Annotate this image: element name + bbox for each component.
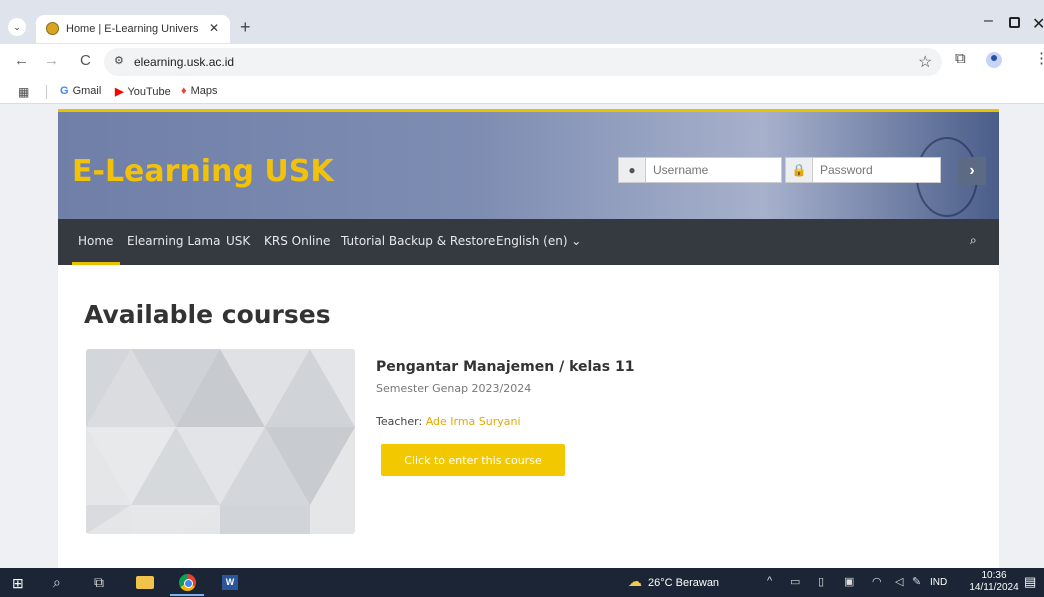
reload-icon[interactable]: C [80,52,91,69]
new-tab-button[interactable]: + [240,17,251,38]
browser-tab-strip: ⌄ Home | E-Learning Universitas S ✕ + – … [0,0,1044,44]
site-brand[interactable]: E-Learning USK [72,154,334,189]
notification-icon[interactable]: ▤ [1024,574,1036,590]
bookmarks-divider [46,85,47,99]
weather-text[interactable]: 26°C Berawan [648,577,719,589]
volume-icon[interactable]: ◁ [895,575,903,588]
taskbar-search-icon[interactable]: ⌕ [53,574,61,591]
site-favicon-icon [46,22,59,35]
page-title: Available courses [84,300,331,329]
tray-expand-icon[interactable]: ^ [767,575,772,587]
password-field[interactable]: 🔒 [785,157,941,183]
course-pattern-image [86,349,355,534]
username-field[interactable]: ● [618,157,782,183]
apps-grid-icon[interactable]: ▦ [18,85,29,99]
bookmark-maps[interactable]: ♦ Maps [181,85,218,97]
browser-toolbar: ← → C ⚙ elearning.usk.ac.id ☆ [0,44,1044,80]
nav-item-usk[interactable]: USK [226,234,250,248]
username-input[interactable] [653,163,763,177]
tab-title: Home | E-Learning Universitas S [66,23,198,35]
minimize-icon[interactable]: – [984,12,993,30]
site-header: E-Learning USK ● 🔒 › [58,112,999,219]
lock-icon: 🔒 [786,158,813,182]
course-teacher: Teacher: Ade Irma Suryani [376,415,521,428]
teacher-link[interactable]: Ade Irma Suryani [426,415,521,428]
nav-item-language[interactable]: English (en) ⌄ [496,234,581,248]
search-icon[interactable]: ⌕ [970,233,977,248]
chrome-icon[interactable] [179,574,196,591]
password-input[interactable] [820,163,930,177]
main-content: Available courses Pengantar Manajemen / … [58,265,999,568]
bookmark-youtube[interactable]: ▶ YouTube [115,85,171,98]
clock-date: 14/11/2024 [969,582,1019,593]
clock[interactable]: 10:36 14/11/2024 [966,570,1022,594]
pen-icon[interactable]: ✎ [912,575,921,588]
forward-arrow-icon[interactable]: → [44,52,59,69]
bookmark-label: Gmail [72,85,102,97]
active-app-indicator [170,594,204,596]
bookmarks-bar: ▦ G Gmail ▶ YouTube ♦ Maps [0,80,1044,104]
tray-usb-icon[interactable]: ▯ [818,575,824,588]
tray-device-icon[interactable]: ▭ [790,575,800,588]
tray-app-icon[interactable]: ▣ [844,575,854,588]
profile-avatar-icon[interactable] [986,52,1002,68]
maps-pin-icon: ♦ [181,85,187,97]
page-viewport: E-Learning USK ● 🔒 › Home Elearning Lama… [0,105,1044,568]
restore-icon[interactable] [1009,17,1020,28]
google-icon: G [60,85,69,97]
tab-search-icon[interactable]: ⌄ [8,18,26,36]
course-semester: Semester Genap 2023/2024 [376,382,532,395]
youtube-icon: ▶ [115,86,124,98]
nav-item-elearning-lama[interactable]: Elearning Lama [127,234,220,248]
url-text[interactable]: elearning.usk.ac.id [134,55,234,69]
nav-item-tutorial-backup[interactable]: Tutorial Backup & Restore [341,234,495,248]
bookmark-label: YouTube [127,86,171,98]
course-image[interactable] [86,349,355,534]
teacher-label: Teacher: [376,415,426,428]
browser-tab[interactable]: Home | E-Learning Universitas S ✕ [36,15,230,43]
bookmark-gmail[interactable]: G Gmail [60,85,101,97]
extensions-icon[interactable]: ⧉ [955,50,966,67]
file-explorer-icon[interactable] [136,576,154,589]
tab-close-icon[interactable]: ✕ [209,21,219,35]
nav-item-home[interactable]: Home [78,234,113,248]
task-view-icon[interactable]: ⧉ [94,574,104,591]
windows-taskbar: ⊞ ⌕ ⧉ W ☁ 26°C Berawan ^ ▭ ▯ ▣ ◠ ◁ ✎ IND… [0,568,1044,597]
back-arrow-icon[interactable]: ← [14,52,29,69]
bookmark-label: Maps [190,85,218,97]
input-language[interactable]: IND [930,577,947,588]
site-info-icon[interactable]: ⚙ [114,54,124,67]
course-title[interactable]: Pengantar Manajemen / kelas 11 [376,359,634,375]
word-icon[interactable]: W [222,575,238,590]
wifi-icon[interactable]: ◠ [872,575,882,588]
nav-item-krs-online[interactable]: KRS Online [264,234,330,248]
login-submit-button[interactable]: › [958,157,986,185]
enter-course-button[interactable]: Click to enter this course [381,444,565,476]
site-navbar: Home Elearning Lama USK KRS Online Tutor… [58,219,999,265]
user-icon: ● [619,158,646,182]
windows-start-icon[interactable]: ⊞ [12,575,24,592]
weather-cloud-icon[interactable]: ☁ [628,573,642,590]
window-close-icon[interactable]: ✕ [1032,14,1044,34]
menu-dots-icon[interactable]: ⋮ [1034,49,1044,67]
address-bar[interactable]: ⚙ elearning.usk.ac.id ☆ [104,48,942,76]
bookmark-star-icon[interactable]: ☆ [918,52,932,72]
clock-time: 10:36 [981,570,1007,581]
